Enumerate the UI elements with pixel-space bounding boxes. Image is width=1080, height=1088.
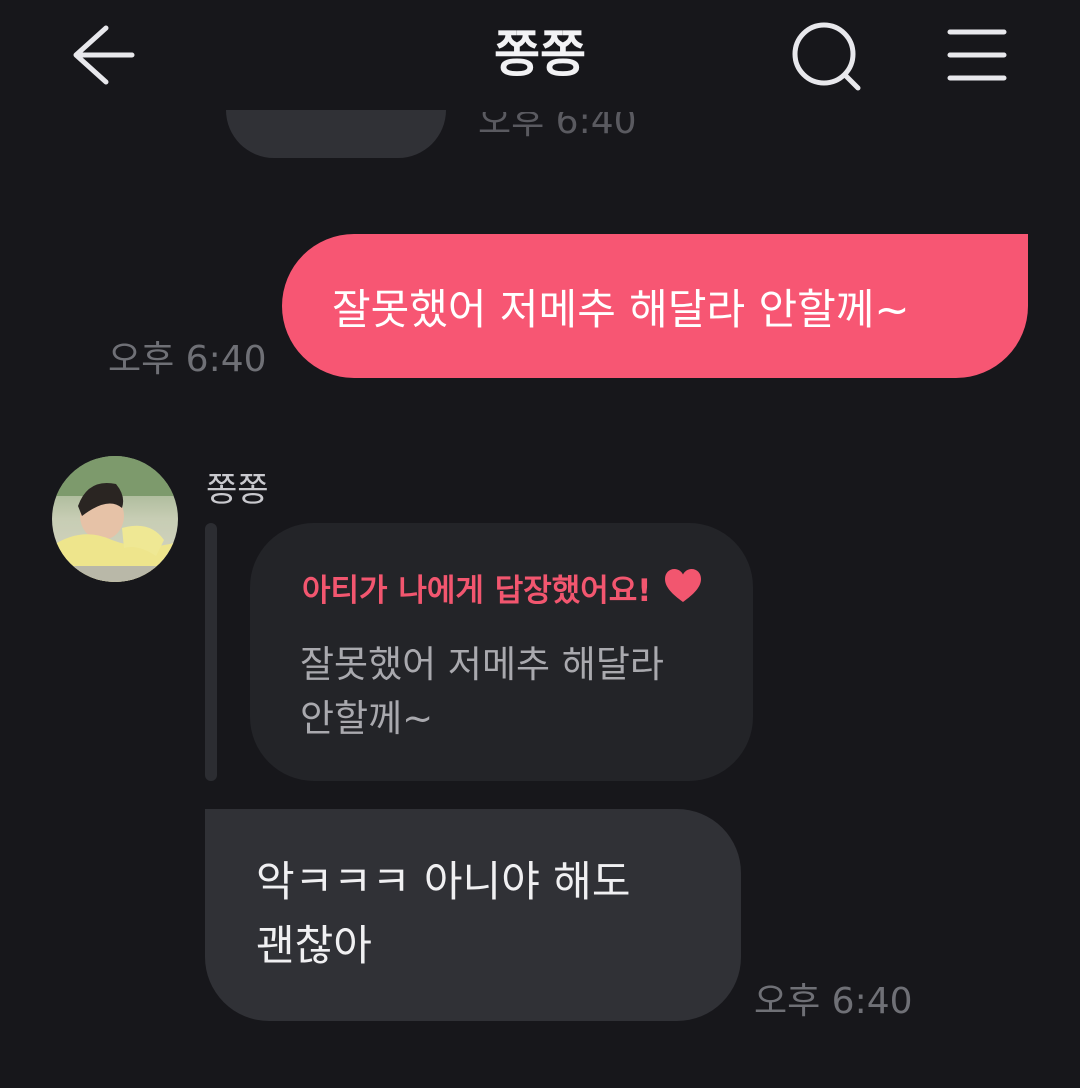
back-button[interactable]	[68, 20, 138, 90]
arrow-left-icon	[73, 25, 135, 85]
incoming-message-line-1: 악ㅋㅋㅋ 아니야 해도	[256, 857, 631, 906]
incoming-message-time: 오후 6:40	[754, 981, 913, 1022]
outgoing-message-text: 잘못했어 저메추 해달라 안할께~	[332, 284, 910, 334]
reply-quote-text: 잘못했어 저메추 해달라 안할께~	[300, 638, 720, 746]
reply-header-text: 아티가 나에게 답장했어요!	[302, 573, 652, 609]
sender-name: 쫑쫑	[206, 470, 269, 510]
previous-message-time: 오후 6:40	[478, 112, 637, 142]
reply-quote-line-2: 안할께~	[300, 697, 434, 740]
incoming-message-text: 악ㅋㅋㅋ 아니야 해도 괜찮아	[256, 850, 630, 978]
chat-title: 쫑쫑	[494, 25, 586, 83]
outgoing-message-time: 오후 6:40	[108, 339, 267, 380]
search-icon	[792, 22, 861, 91]
reply-quote-line-1: 잘못했어 저메추 해달라	[300, 643, 664, 686]
incoming-message-line-2: 괜찮아	[256, 921, 372, 970]
chat-header: 쫑쫑	[0, 0, 1080, 110]
menu-button[interactable]	[942, 20, 1012, 90]
outgoing-message-bubble[interactable]: 잘못했어 저메추 해달라 안할께~	[282, 234, 1028, 378]
reply-quote-bar	[205, 523, 217, 781]
sender-avatar[interactable]	[52, 456, 178, 582]
search-button[interactable]	[788, 18, 868, 98]
heart-icon	[665, 569, 701, 602]
avatar-photo	[52, 456, 178, 582]
hamburger-menu-icon	[947, 29, 1007, 81]
